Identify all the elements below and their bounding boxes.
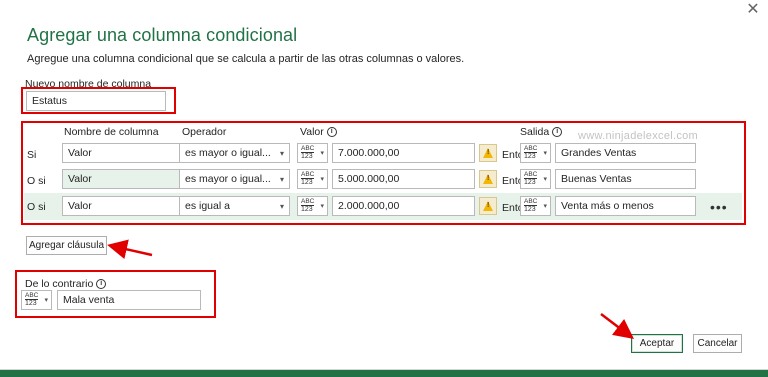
status-bar [0,370,768,377]
annotation-arrows [107,239,634,340]
annotation-arrow-add-clause [107,239,153,260]
annotation-arrow-ok [600,313,634,340]
